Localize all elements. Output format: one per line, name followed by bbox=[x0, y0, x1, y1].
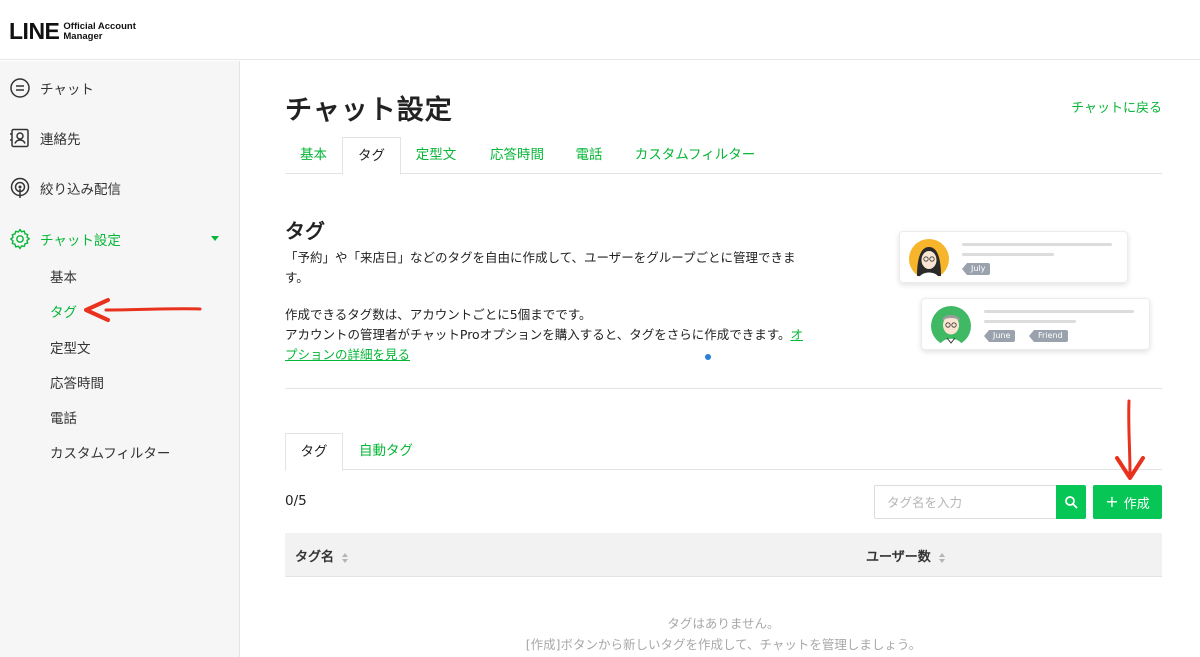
option-details-link[interactable]: オ bbox=[790, 327, 803, 342]
broadcast-icon bbox=[10, 177, 30, 198]
create-tag-button[interactable]: + 作成 bbox=[1093, 485, 1162, 519]
sidebar-item-label: 連絡先 bbox=[40, 132, 81, 148]
page-title: チャット設定 bbox=[285, 95, 453, 126]
woman-avatar-icon bbox=[909, 239, 949, 280]
tab-templates[interactable]: 定型文 bbox=[405, 137, 467, 174]
tag-search-input[interactable] bbox=[874, 485, 1057, 519]
sidebar-subitem-basic[interactable]: 基本 bbox=[50, 266, 77, 286]
section-title: タグ bbox=[285, 219, 325, 243]
sidebar-subitem-custom-filter[interactable]: カスタムフィルター bbox=[50, 442, 170, 462]
logo-main-text: LINE bbox=[9, 18, 60, 44]
settings-tabs: 基本 タグ 定型文 応答時間 電話 カスタムフィルター bbox=[285, 137, 1162, 175]
search-icon bbox=[1065, 496, 1078, 509]
tag-type-tabs: タグ 自動タグ bbox=[285, 433, 1162, 471]
sort-icon bbox=[938, 552, 945, 563]
create-button-label: 作成 bbox=[1123, 496, 1150, 512]
tab-response-hours[interactable]: 応答時間 bbox=[477, 137, 557, 174]
sidebar-subitem-response-hours[interactable]: 応答時間 bbox=[50, 372, 104, 392]
column-header-tag-name[interactable]: タグ名 bbox=[295, 546, 349, 565]
sidebar-subitem-phone[interactable]: 電話 bbox=[50, 407, 77, 427]
sidebar-item-narrowcast[interactable]: 絞り込み配信 bbox=[0, 170, 240, 206]
tab-custom-filter[interactable]: カスタムフィルター bbox=[625, 137, 765, 174]
sidebar-item-label: 絞り込み配信 bbox=[40, 182, 121, 198]
tag-illustration-card: June Friend bbox=[921, 298, 1150, 350]
description-text: 作成できるタグ数は、アカウントごとに5個までです。 bbox=[285, 307, 592, 322]
empty-state-text: タグはありません。 bbox=[667, 616, 780, 631]
tab-tags-list[interactable]: タグ bbox=[285, 433, 343, 471]
tab-phone[interactable]: 電話 bbox=[565, 137, 613, 174]
description-text: 「予約」や「来店日」などのタグを自由に作成して、ユーザーをグループごとに管理でき… bbox=[285, 250, 796, 265]
description-text: す。 bbox=[285, 270, 309, 285]
tag-chip: June bbox=[984, 330, 1016, 342]
empty-state-hint: [作成]ボタンから新しいタグを作成して、チャットを管理しましょう。 bbox=[525, 637, 922, 652]
tag-chip: Friend bbox=[1029, 330, 1068, 342]
cursor-dot bbox=[705, 354, 711, 360]
sidebar-item-label: チャット bbox=[40, 82, 94, 98]
tab-auto-tags[interactable]: 自動タグ bbox=[349, 433, 423, 470]
description-text: アカウントの管理者がチャットProオプションを購入すると、タグをさらに作成できま… bbox=[285, 327, 803, 342]
sidebar-item-chat[interactable]: チャット bbox=[0, 70, 240, 106]
plus-icon: + bbox=[1105, 492, 1119, 511]
gear-icon bbox=[10, 228, 30, 250]
back-to-chat-link[interactable]: チャットに戻る bbox=[1071, 97, 1162, 116]
sidebar-subitem-tags[interactable]: タグ bbox=[50, 301, 77, 321]
main-content: チャット設定 チャットに戻る 基本 タグ 定型文 応答時間 電話 カスタムフィル… bbox=[241, 61, 1200, 657]
man-avatar-icon bbox=[931, 306, 971, 347]
annotation-arrow-down bbox=[1115, 399, 1145, 480]
tab-basic[interactable]: 基本 bbox=[285, 137, 342, 174]
sidebar-item-label: チャット設定 bbox=[40, 233, 121, 249]
section-divider bbox=[285, 388, 1162, 389]
search-button[interactable] bbox=[1056, 485, 1086, 519]
sidebar-item-contacts[interactable]: 連絡先 bbox=[0, 120, 240, 156]
line-official-account-logo[interactable]: LINE Official Account Manager bbox=[9, 20, 136, 43]
tab-tags[interactable]: タグ bbox=[342, 137, 401, 175]
top-bar: LINE Official Account Manager bbox=[0, 0, 1200, 60]
annotation-arrow-left bbox=[84, 298, 202, 322]
sidebar-item-chat-settings[interactable]: チャット設定 bbox=[0, 221, 240, 257]
option-details-link[interactable]: プションの詳細を見る bbox=[285, 347, 410, 362]
description-text: プションの詳細を見る bbox=[285, 345, 410, 364]
tag-table-header: タグ名 ユーザー数 bbox=[285, 533, 1162, 577]
tag-illustration-card: July bbox=[899, 231, 1128, 283]
sidebar-subitem-templates[interactable]: 定型文 bbox=[50, 337, 91, 357]
sidebar: チャット 連絡先 絞り込み配信 チャット設定 基本 タグ 定型文 応答時間 電話… bbox=[0, 61, 240, 657]
chat-bubble-icon bbox=[10, 78, 30, 98]
chevron-down-icon[interactable] bbox=[211, 236, 219, 241]
sort-icon bbox=[342, 552, 349, 563]
tag-chip: July bbox=[962, 263, 991, 275]
logo-sub-text: Official Account Manager bbox=[63, 20, 136, 42]
contact-card-icon bbox=[10, 128, 29, 148]
tag-count: 0/5 bbox=[285, 493, 307, 509]
column-header-user-count[interactable]: ユーザー数 bbox=[866, 546, 945, 565]
